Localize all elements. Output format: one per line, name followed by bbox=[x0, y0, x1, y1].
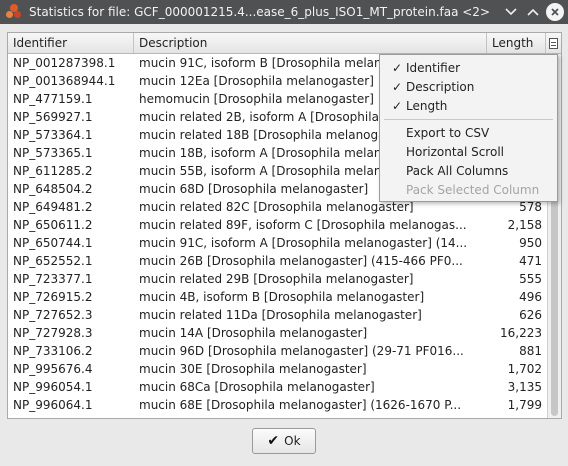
cell-identifier: NP_652552.1 bbox=[13, 254, 93, 268]
cell-description: mucin 14A [Drosophila melanogaster] bbox=[139, 326, 368, 340]
header-description[interactable]: Description bbox=[134, 33, 487, 53]
cell-length: 471 bbox=[519, 254, 542, 268]
cell-description: mucin 30E [Drosophila melanogaster] bbox=[139, 362, 367, 376]
minimize-button[interactable] bbox=[500, 1, 522, 23]
check-icon: ✓ bbox=[392, 61, 403, 75]
cell-identifier: NP_650611.2 bbox=[13, 218, 93, 232]
cell-description: mucin related 29B [Drosophila melanogast… bbox=[139, 272, 414, 286]
column-menu-icon bbox=[548, 37, 558, 49]
cell-identifier: NP_996054.1 bbox=[13, 380, 93, 394]
menu-item-pack-all-columns[interactable]: Pack All Columns bbox=[380, 162, 557, 181]
menu-item-identifier[interactable]: ✓ Identifier bbox=[380, 59, 557, 78]
cell-identifier: NP_477159.1 bbox=[13, 92, 93, 106]
cell-length: 496 bbox=[519, 290, 542, 304]
maximize-button[interactable] bbox=[522, 1, 544, 23]
table-row[interactable]: NP_996054.1 mucin 68Ca [Drosophila melano… bbox=[8, 378, 547, 396]
close-button[interactable] bbox=[546, 3, 564, 21]
ok-button[interactable]: ✔ Ok bbox=[252, 428, 316, 454]
menu-item-length[interactable]: ✓ Length bbox=[380, 97, 557, 116]
menu-separator bbox=[384, 119, 553, 120]
statistics-dialog: Statistics for file: GCF_000001215.4...e… bbox=[0, 0, 568, 466]
check-icon: ✓ bbox=[392, 99, 403, 113]
menu-item-horizontal-scroll[interactable]: Horizontal Scroll bbox=[380, 143, 557, 162]
cell-description: mucin 26B [Drosophila melanogaster] (415… bbox=[139, 254, 463, 268]
cell-identifier: NP_001368944.1 bbox=[13, 74, 116, 88]
table-row[interactable]: NP_727652.3 mucin related 11Da [Drosophil… bbox=[8, 306, 547, 324]
cell-identifier: NP_727928.3 bbox=[13, 326, 93, 340]
table-row[interactable]: NP_652552.1 mucin 26B [Drosophila melanog… bbox=[8, 252, 547, 270]
cell-identifier: NP_611285.2 bbox=[13, 164, 93, 178]
title-bar[interactable]: Statistics for file: GCF_000001215.4...e… bbox=[0, 0, 568, 24]
menu-item-label: Description bbox=[406, 80, 475, 94]
checkmark-icon: ✔ bbox=[267, 433, 280, 449]
header-identifier[interactable]: Identifier bbox=[8, 33, 134, 53]
cell-identifier: NP_650744.1 bbox=[13, 236, 93, 250]
check-icon: ✓ bbox=[392, 80, 403, 94]
cell-description: mucin 4B, isoform B [Drosophila melanoga… bbox=[139, 290, 425, 304]
cell-identifier: NP_726915.2 bbox=[13, 290, 93, 304]
cell-identifier: NP_723377.1 bbox=[13, 272, 93, 286]
table-row[interactable]: NP_733106.2 mucin 96D [Drosophila melanog… bbox=[8, 342, 547, 360]
cell-length: 2,158 bbox=[507, 218, 542, 232]
table-row[interactable]: NP_650744.1 mucin 91C, isoform A [Drosoph… bbox=[8, 234, 547, 252]
cell-length: 16,223 bbox=[500, 326, 542, 340]
chevron-down-icon bbox=[505, 8, 517, 16]
app-logo-icon bbox=[5, 3, 23, 21]
menu-item-label: Length bbox=[406, 99, 448, 113]
cell-identifier: NP_995676.4 bbox=[13, 362, 93, 376]
cell-identifier: NP_569927.1 bbox=[13, 110, 93, 124]
table-header: Identifier Description Length bbox=[8, 33, 561, 54]
column-control-menu: ✓ Identifier ✓ Description ✓ Length Expo… bbox=[379, 54, 558, 202]
chevron-up-icon bbox=[527, 8, 539, 16]
cell-identifier: NP_727652.3 bbox=[13, 308, 93, 322]
cell-identifier: NP_573365.1 bbox=[13, 146, 93, 160]
cell-identifier: NP_996064.1 bbox=[13, 398, 93, 412]
table-row[interactable]: NP_723377.1 mucin related 29B [Drosophila… bbox=[8, 270, 547, 288]
cell-identifier: NP_733106.2 bbox=[13, 344, 93, 358]
cell-length: 626 bbox=[519, 308, 542, 322]
cell-length: 881 bbox=[519, 344, 542, 358]
menu-item-label: Identifier bbox=[406, 61, 461, 75]
cell-description: mucin 96D [Drosophila melanogaster] (29-… bbox=[139, 344, 464, 358]
cell-description: mucin 68E [Drosophila melanogaster] (162… bbox=[139, 398, 462, 412]
window-title: Statistics for file: GCF_000001215.4...e… bbox=[29, 5, 490, 19]
cell-description: mucin 68Ca [Drosophila melanogaster] bbox=[139, 380, 375, 394]
cell-identifier: NP_648504.2 bbox=[13, 182, 93, 196]
column-control-button[interactable] bbox=[546, 33, 560, 53]
menu-item-export-csv[interactable]: Export to CSV bbox=[380, 124, 557, 143]
cell-description: mucin related 89F, isoform C [Drosophila… bbox=[139, 218, 467, 232]
cell-length: 3,135 bbox=[507, 380, 542, 394]
header-length[interactable]: Length bbox=[487, 33, 546, 53]
close-icon bbox=[551, 8, 559, 16]
cell-length: 555 bbox=[519, 272, 542, 286]
cell-identifier: NP_573364.1 bbox=[13, 128, 93, 142]
table-row[interactable]: NP_727928.3 mucin 14A [Drosophila melanog… bbox=[8, 324, 547, 342]
cell-description: mucin related 11Da [Drosophila melanogas… bbox=[139, 308, 422, 322]
ok-label: Ok bbox=[284, 434, 301, 448]
cell-identifier: NP_649481.2 bbox=[13, 200, 93, 214]
cell-length: 950 bbox=[519, 236, 542, 250]
menu-item-pack-selected-column: Pack Selected Column bbox=[406, 183, 540, 197]
cell-length: 1,702 bbox=[507, 362, 542, 376]
menu-item-description[interactable]: ✓ Description bbox=[380, 78, 557, 97]
cell-description: mucin 91C, isoform A [Drosophila melanog… bbox=[139, 236, 468, 250]
cell-length: 1,799 bbox=[507, 398, 542, 412]
cell-identifier: NP_001287398.1 bbox=[13, 56, 116, 70]
table-row[interactable]: NP_726915.2 mucin 4B, isoform B [Drosophi… bbox=[8, 288, 547, 306]
table-row[interactable]: NP_650611.2 mucin related 89F, isoform C … bbox=[8, 216, 547, 234]
table-row[interactable]: NP_995676.4 mucin 30E [Drosophila melanog… bbox=[8, 360, 547, 378]
table-row[interactable]: NP_996064.1 mucin 68E [Drosophila melanog… bbox=[8, 396, 547, 414]
